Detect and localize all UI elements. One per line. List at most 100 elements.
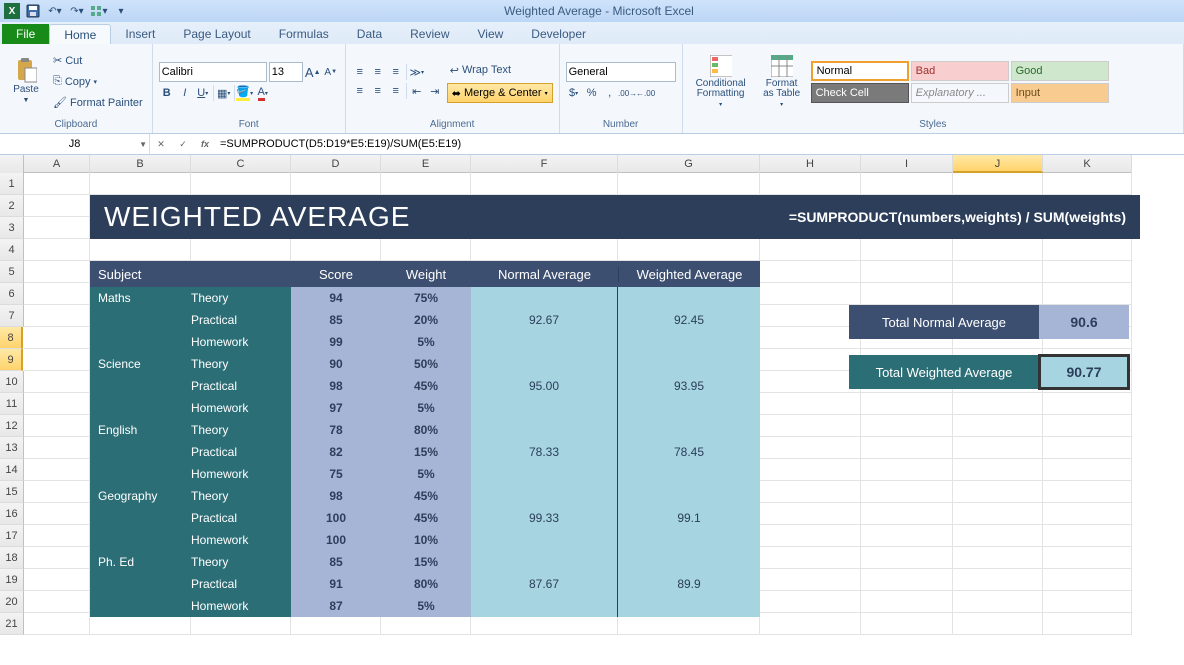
currency-button[interactable]: $▾	[566, 85, 582, 101]
decrease-decimal-button[interactable]: ←.00	[638, 85, 654, 101]
col-header-D[interactable]: D	[291, 155, 381, 173]
row-header-21[interactable]: 21	[0, 613, 24, 635]
align-top-button[interactable]: ≡	[352, 64, 368, 80]
row-header-12[interactable]: 12	[0, 415, 24, 437]
qat-button-1[interactable]: ▾	[90, 3, 108, 19]
paste-label: Paste	[13, 84, 39, 95]
cancel-formula-button[interactable]: ✕	[150, 139, 172, 150]
tab-developer[interactable]: Developer	[517, 24, 600, 44]
row-header-13[interactable]: 13	[0, 437, 24, 459]
align-left-button[interactable]: ≡	[352, 83, 368, 99]
row-header-3[interactable]: 3	[0, 217, 24, 239]
qat-button-2[interactable]: ▾	[112, 3, 130, 19]
tab-view[interactable]: View	[464, 24, 518, 44]
col-header-F[interactable]: F	[471, 155, 618, 173]
italic-button[interactable]: I	[177, 85, 193, 101]
tab-data[interactable]: Data	[343, 24, 396, 44]
style-good[interactable]: Good	[1011, 61, 1109, 81]
col-header-B[interactable]: B	[90, 155, 191, 173]
bold-button[interactable]: B	[159, 85, 175, 101]
font-color-button[interactable]: A▾	[255, 85, 271, 101]
formula-input[interactable]: =SUMPRODUCT(D5:D19*E5:E19)/SUM(E5:E19)	[216, 136, 1184, 152]
tab-review[interactable]: Review	[396, 24, 463, 44]
name-box[interactable]: J8▼	[0, 134, 150, 154]
row-header-15[interactable]: 15	[0, 481, 24, 503]
merge-icon: ⬌	[452, 87, 461, 100]
excel-icon: X	[4, 3, 20, 19]
underline-button[interactable]: U▾	[195, 85, 211, 101]
col-header-E[interactable]: E	[381, 155, 471, 173]
orientation-button[interactable]: ≫▾	[409, 64, 425, 80]
tab-page-layout[interactable]: Page Layout	[169, 24, 264, 44]
tab-formulas[interactable]: Formulas	[265, 24, 343, 44]
align-center-button[interactable]: ≡	[370, 83, 386, 99]
style-explanatory[interactable]: Explanatory ...	[911, 83, 1009, 103]
format-as-table-button[interactable]: Format as Table▾	[757, 46, 807, 117]
conditional-formatting-button[interactable]: Conditional Formatting▾	[689, 46, 753, 117]
group-label-clipboard: Clipboard	[6, 117, 146, 133]
paste-icon	[15, 60, 37, 82]
merge-center-button[interactable]: ⬌Merge & Center▾	[447, 83, 553, 103]
decrease-font-button[interactable]: A▼	[323, 64, 339, 80]
row-header-17[interactable]: 17	[0, 525, 24, 547]
row-header-6[interactable]: 6	[0, 283, 24, 305]
row-header-19[interactable]: 19	[0, 569, 24, 591]
comma-button[interactable]: ,	[602, 85, 618, 101]
worksheet-grid[interactable]: ABCDEFGHIJK 1234567891011121314151617181…	[0, 155, 1184, 665]
row-header-5[interactable]: 5	[0, 261, 24, 283]
row-header-4[interactable]: 4	[0, 239, 24, 261]
font-size-select[interactable]	[269, 62, 303, 82]
row-header-11[interactable]: 11	[0, 393, 24, 415]
increase-font-button[interactable]: A▲	[305, 64, 321, 80]
tab-insert[interactable]: Insert	[111, 24, 169, 44]
row-header-9[interactable]: 9	[0, 349, 23, 371]
tab-home[interactable]: Home	[49, 24, 111, 44]
col-header-G[interactable]: G	[618, 155, 760, 173]
wrap-text-button[interactable]: ↩Wrap Text	[447, 60, 553, 80]
format-painter-button[interactable]: 🖌Format Painter	[50, 93, 146, 113]
increase-indent-button[interactable]: ⇥	[427, 83, 443, 99]
col-header-J[interactable]: J	[953, 155, 1043, 173]
number-format-select[interactable]	[566, 62, 676, 82]
enter-formula-button[interactable]: ✓	[172, 139, 194, 150]
col-header-A[interactable]: A	[24, 155, 90, 173]
row-header-1[interactable]: 1	[0, 173, 24, 195]
copy-button[interactable]: ⎘Copy ▾	[50, 72, 146, 92]
group-label-styles: Styles	[689, 117, 1177, 133]
align-right-button[interactable]: ≡	[388, 83, 404, 99]
style-bad[interactable]: Bad	[911, 61, 1009, 81]
row-header-16[interactable]: 16	[0, 503, 24, 525]
decrease-indent-button[interactable]: ⇤	[409, 83, 425, 99]
redo-button[interactable]: ↷▾	[68, 3, 86, 19]
quick-access-toolbar: X ↶▾ ↷▾ ▾ ▾	[0, 3, 134, 19]
row-header-20[interactable]: 20	[0, 591, 24, 613]
row-header-18[interactable]: 18	[0, 547, 24, 569]
cut-button[interactable]: ✂Cut	[50, 51, 146, 71]
tab-file[interactable]: File	[2, 24, 49, 44]
percent-button[interactable]: %	[584, 85, 600, 101]
increase-decimal-button[interactable]: .00→	[620, 85, 636, 101]
align-bottom-button[interactable]: ≡	[388, 64, 404, 80]
group-label-alignment: Alignment	[352, 117, 553, 133]
border-button[interactable]: ▦▾	[216, 85, 232, 101]
paste-button[interactable]: Paste ▼	[6, 46, 46, 117]
row-header-7[interactable]: 7	[0, 305, 24, 327]
insert-function-button[interactable]: fx	[194, 139, 216, 149]
col-header-K[interactable]: K	[1043, 155, 1132, 173]
row-header-2[interactable]: 2	[0, 195, 24, 217]
cells-area[interactable]	[24, 173, 1132, 635]
style-check-cell[interactable]: Check Cell	[811, 83, 909, 103]
align-middle-button[interactable]: ≡	[370, 64, 386, 80]
style-input[interactable]: Input	[1011, 83, 1109, 103]
row-header-14[interactable]: 14	[0, 459, 24, 481]
col-header-C[interactable]: C	[191, 155, 291, 173]
font-name-select[interactable]	[159, 62, 267, 82]
save-button[interactable]	[24, 3, 42, 19]
col-header-I[interactable]: I	[861, 155, 953, 173]
fill-color-button[interactable]: 🪣▾	[237, 85, 253, 101]
style-normal[interactable]: Normal	[811, 61, 909, 81]
row-header-10[interactable]: 10	[0, 371, 24, 393]
col-header-H[interactable]: H	[760, 155, 861, 173]
undo-button[interactable]: ↶▾	[46, 3, 64, 19]
row-header-8[interactable]: 8	[0, 327, 23, 349]
